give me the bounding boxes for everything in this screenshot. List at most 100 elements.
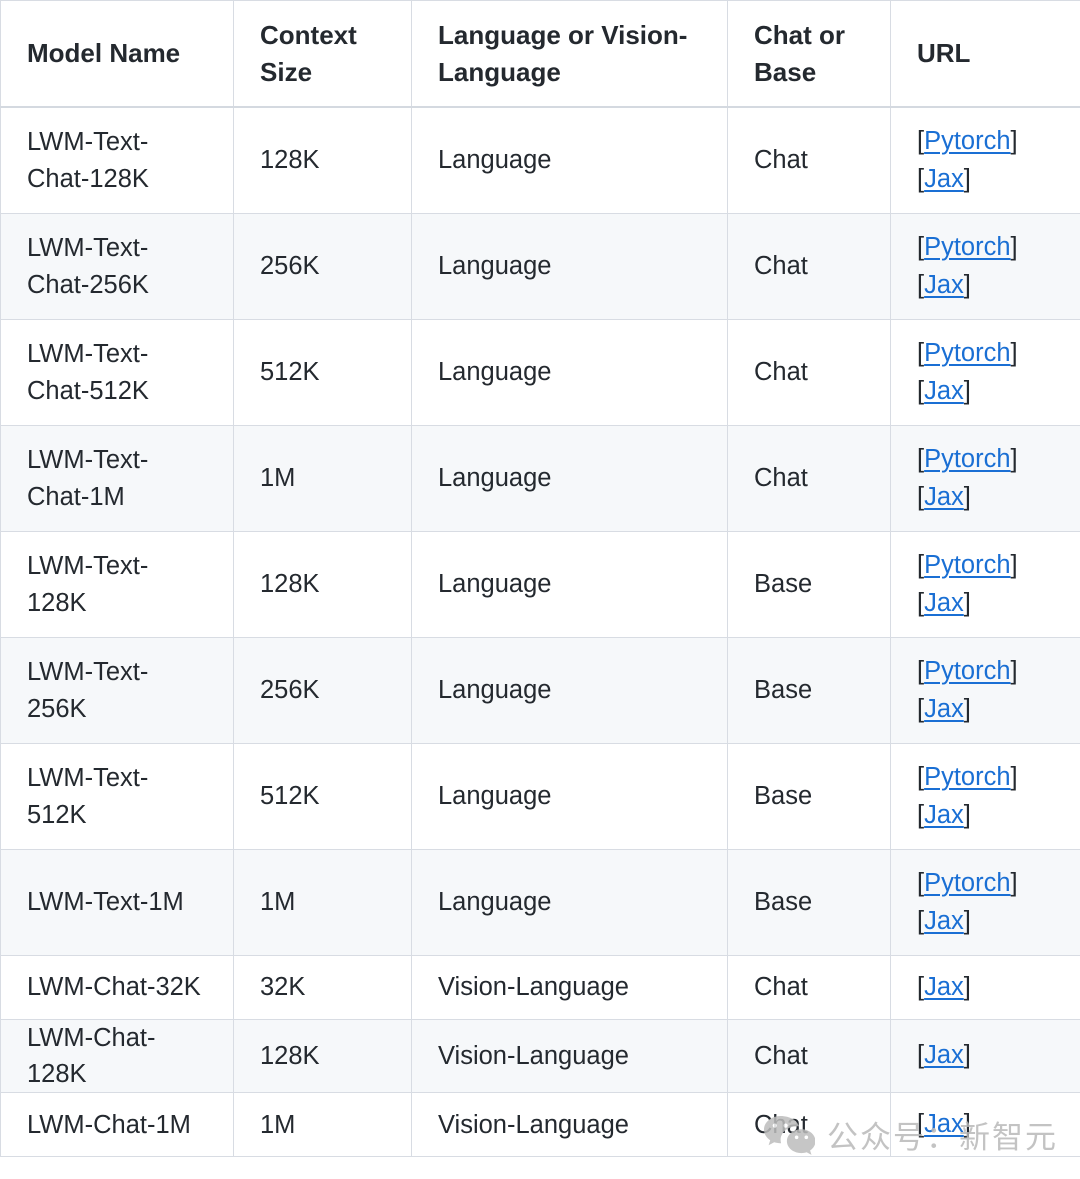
link-wrapper: [Jax] [917,482,971,511]
link-wrapper: [Pytorch] [917,444,1018,473]
cell-context-size-text: 1M [260,888,296,917]
cell-model-name-text: LWM-Text-1M [27,888,184,917]
link-jax[interactable]: Jax [924,377,964,405]
cell-url: [Pytorch] [Jax] [890,213,1080,320]
cell-modality: Language [411,425,728,532]
cell-context-size-text: 512K [260,782,320,811]
cell-model-name: LWM-Text-128K [0,531,234,638]
cell-chat-or-base-text: Base [754,676,813,705]
cell-modality: Vision-Language [411,1092,728,1158]
cell-url: [Pytorch] [Jax] [890,531,1080,638]
link-jax[interactable]: Jax [924,1041,964,1069]
cell-chat-or-base-text: Chat [754,1110,808,1139]
cell-chat-or-base: Chat [727,1092,891,1158]
link-pytorch[interactable]: Pytorch [924,763,1010,791]
cell-model-name: LWM-Chat-1M [0,1092,234,1158]
link-wrapper: [Jax] [917,1041,971,1070]
cell-chat-or-base-text: Base [754,888,813,917]
column-header-chat-or-base: Chat or Base [727,0,891,108]
table-header-row: Model Name Context Size Language or Visi… [0,0,1080,108]
table-row: LWM-Text-Chat-1M 1M Language Chat [Pytorch][… [0,425,1080,532]
link-pytorch[interactable]: Pytorch [924,869,1010,897]
link-wrapper: [Jax] [917,800,971,829]
cell-context-size: 1M [233,1092,412,1158]
link-wrapper: [Jax] [917,1110,971,1139]
table-row: LWM-Text-Chat-128K 128K Language Chat [Pytor… [0,106,1080,214]
table-row: LWM-Text-512K 512K Language Base [Pytorch] [J… [0,743,1080,850]
cell-model-name: LWM-Text-256K [0,637,234,744]
link-jax[interactable]: Jax [924,695,964,723]
column-header-url: URL [890,0,1080,108]
link-jax[interactable]: Jax [924,1110,964,1138]
cell-chat-or-base: Chat [727,955,891,1020]
cell-chat-or-base: Chat [727,425,891,532]
cell-url: [Pytorch] [Jax] [890,743,1080,850]
link-wrapper: [Jax] [917,906,971,935]
link-pytorch[interactable]: Pytorch [924,339,1010,367]
cell-modality-text: Language [438,570,552,599]
cell-url: [Pytorch] [Jax] [890,849,1080,956]
cell-model-name: LWM-Chat-128K [0,1018,234,1094]
cell-context-size: 32K [233,955,412,1020]
link-wrapper: [Jax] [917,694,971,723]
cell-model-name: LWM-Chat-32K [0,955,234,1020]
cell-context-size-text: 128K [260,570,320,599]
cell-modality: Language [411,106,728,214]
cell-chat-or-base: Base [727,637,891,744]
table-row: LWM-Text-1M 1M Language Base [Pytorch] [Jax] [0,849,1080,956]
cell-model-name: LWM-Text-Chat-1M [0,425,234,532]
cell-chat-or-base-text: Chat [754,1042,808,1071]
link-wrapper: [Jax] [917,164,971,193]
link-jax[interactable]: Jax [924,801,964,829]
link-jax[interactable]: Jax [924,907,964,935]
link-jax[interactable]: Jax [924,165,964,193]
cell-chat-or-base: Chat [727,106,891,214]
cell-context-size: 512K [233,319,412,426]
cell-model-name-text: LWM-Text-Chat-1M [27,446,149,511]
cell-context-size: 128K [233,1018,412,1094]
cell-modality-text: Vision-Language [438,1110,629,1139]
cell-modality: Vision-Language [411,1018,728,1094]
cell-modality-text: Language [438,358,552,387]
link-pytorch[interactable]: Pytorch [924,233,1010,261]
link-jax[interactable]: Jax [924,973,964,1001]
cell-modality: Language [411,213,728,320]
link-jax[interactable]: Jax [924,483,964,511]
link-pytorch[interactable]: Pytorch [924,127,1010,155]
cell-chat-or-base-text: Chat [754,146,808,175]
cell-url: [Jax] [890,955,1080,1020]
cell-model-name-text: LWM-Chat-128K [27,1024,156,1089]
link-wrapper: [Pytorch] [917,550,1018,579]
table-row: LWM-Text-Chat-512K 512K Language Chat [Pytor… [0,319,1080,426]
cell-model-name: LWM-Text-Chat-128K [0,106,234,214]
cell-context-size: 1M [233,425,412,532]
link-wrapper: [Pytorch] [917,762,1018,791]
cell-modality: Language [411,637,728,744]
cell-chat-or-base-text: Base [754,570,813,599]
cell-modality: Language [411,743,728,850]
cell-modality: Language [411,531,728,638]
cell-url: [Pytorch] [Jax] [890,425,1080,532]
cell-modality-text: Language [438,782,552,811]
link-pytorch[interactable]: Pytorch [924,445,1010,473]
cell-model-name-text: LWM-Text-Chat-512K [27,340,149,405]
link-wrapper: [Pytorch] [917,126,1018,155]
link-pytorch[interactable]: Pytorch [924,657,1010,685]
link-jax[interactable]: Jax [924,589,964,617]
cell-modality-text: Language [438,464,552,493]
cell-context-size: 512K [233,743,412,850]
cell-context-size: 256K [233,213,412,320]
cell-model-name-text: LWM-Text-128K [27,552,149,617]
link-wrapper: [Pytorch] [917,656,1018,685]
cell-chat-or-base-text: Chat [754,973,808,1002]
link-wrapper: [Jax] [917,972,971,1001]
cell-url: [Pytorch] [Jax] [890,637,1080,744]
cell-modality-text: Language [438,676,552,705]
column-header-model-name: Model Name [0,0,234,108]
link-jax[interactable]: Jax [924,271,964,299]
cell-modality: Language [411,319,728,426]
link-pytorch[interactable]: Pytorch [924,551,1010,579]
cell-model-name: LWM-Text-512K [0,743,234,850]
cell-chat-or-base: Chat [727,1018,891,1094]
cell-context-size-text: 128K [260,146,320,175]
